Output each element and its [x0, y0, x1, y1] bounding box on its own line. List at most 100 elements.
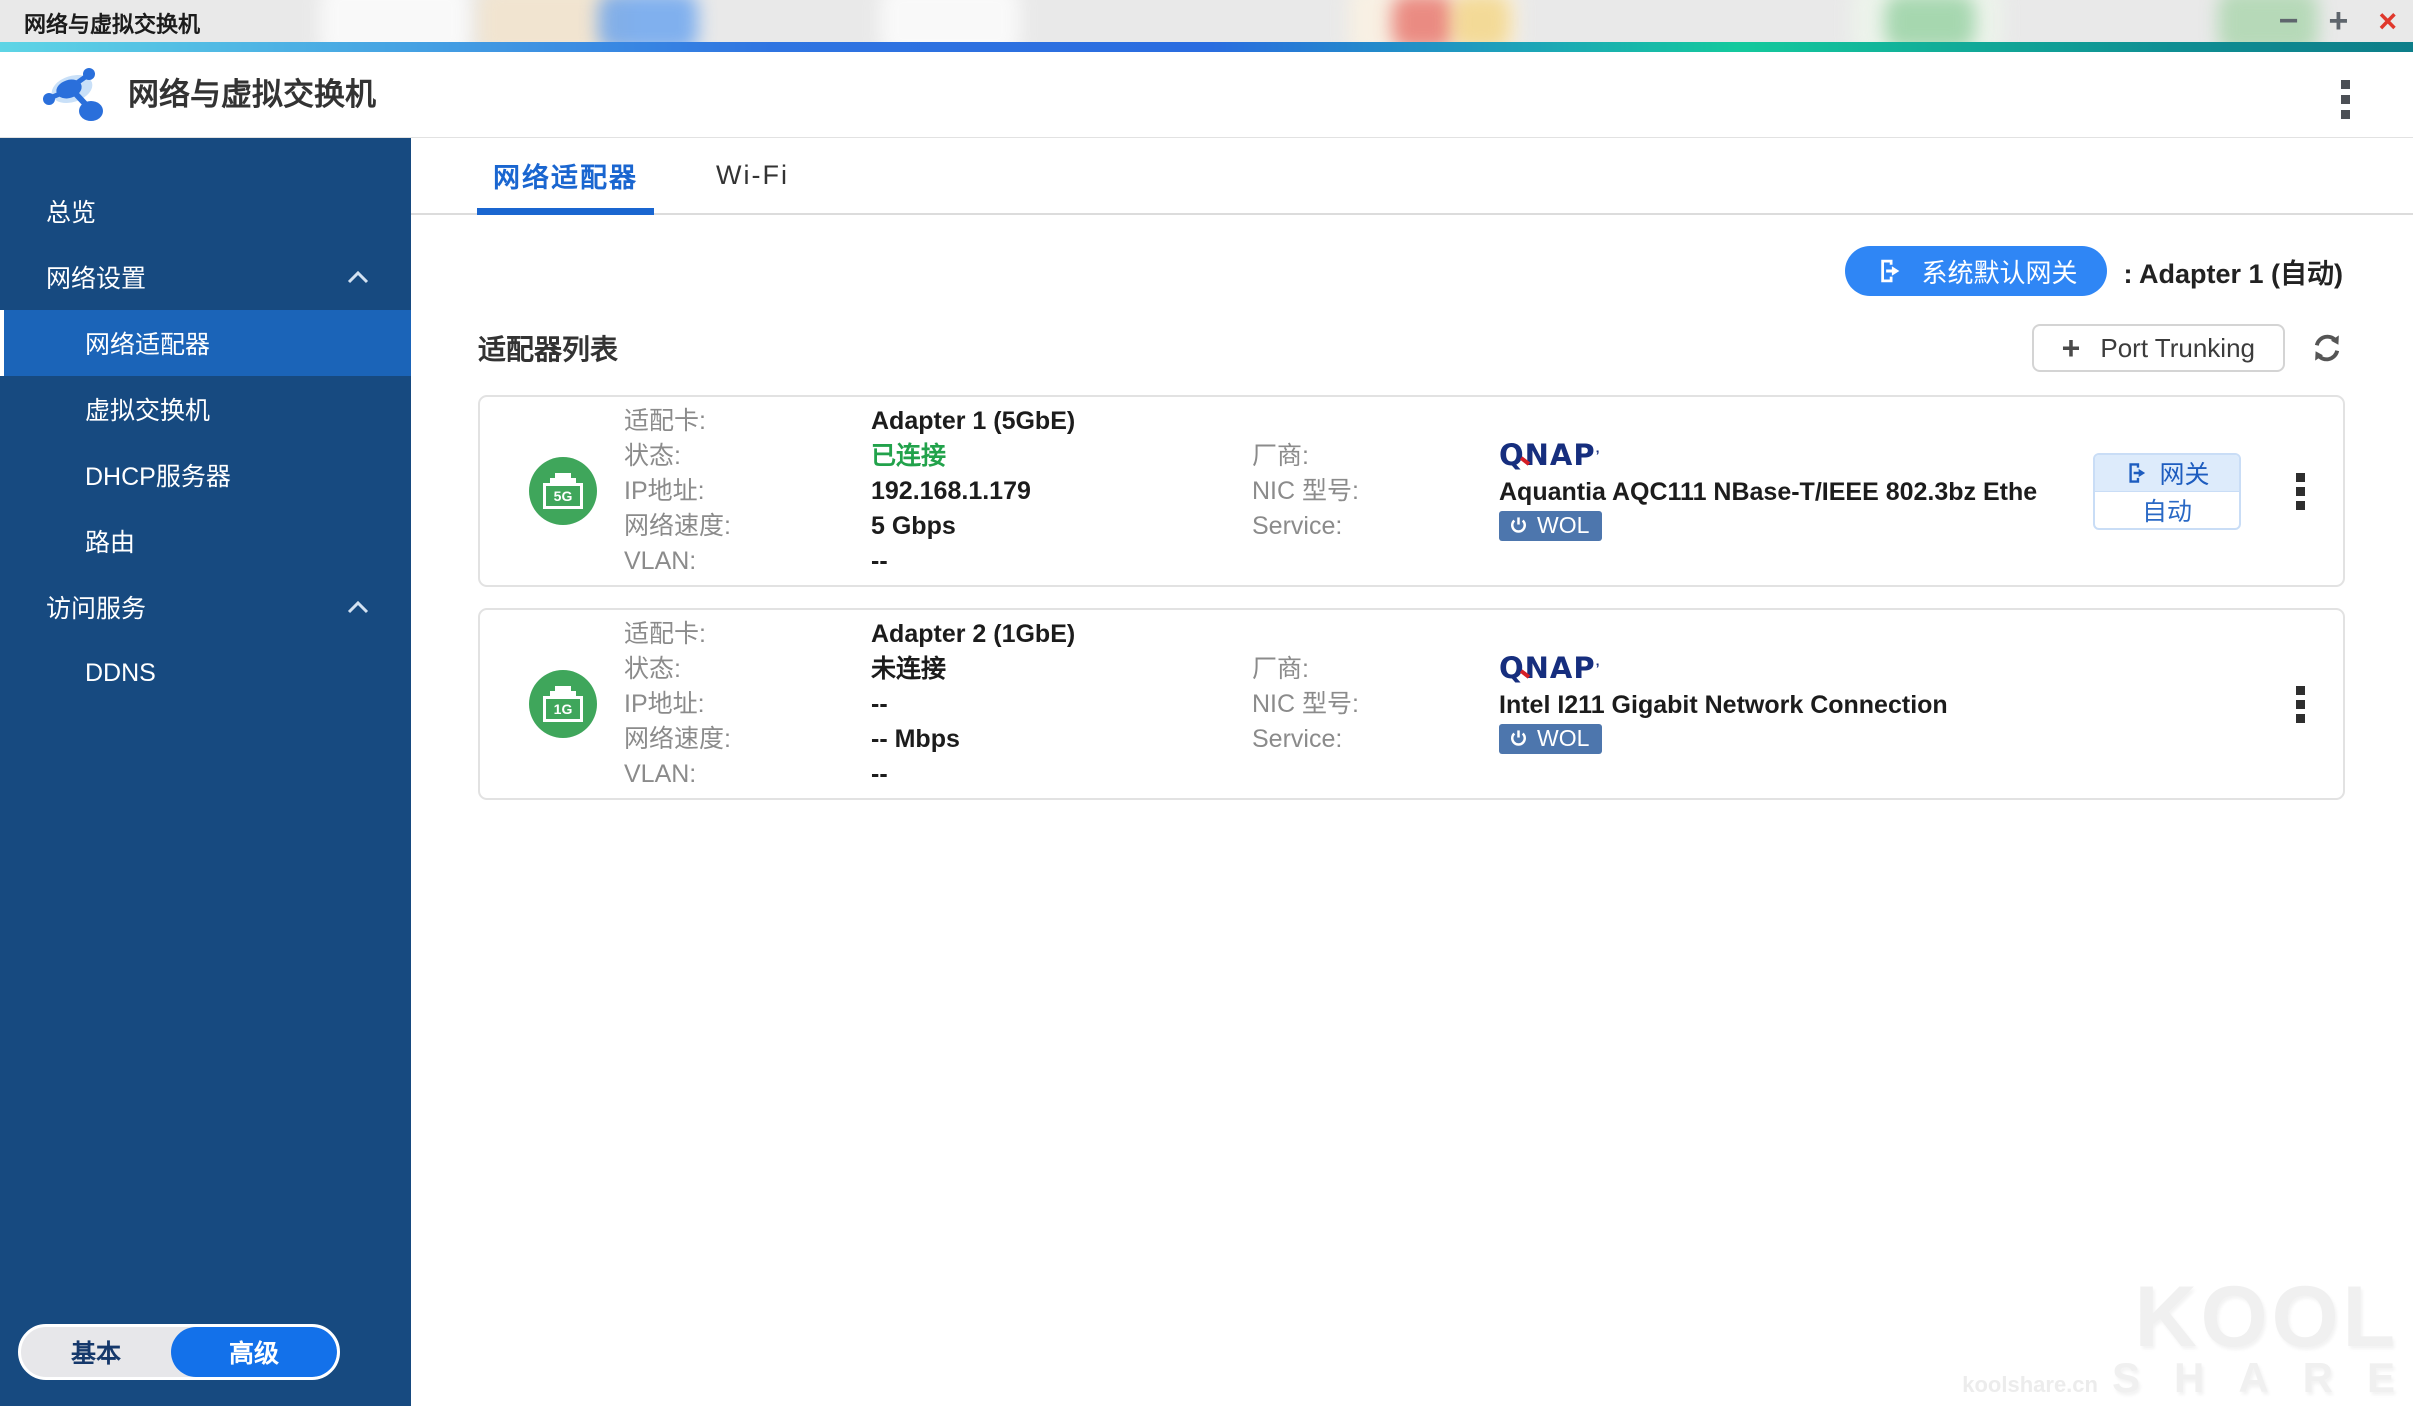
adapter-ip: -- [871, 687, 1252, 722]
adapter-2-field-labels: 适配卡: 状态: IP地址: 网络速度: VLAN: [624, 617, 871, 792]
tab-wifi[interactable]: Wi-Fi [700, 138, 805, 213]
label-adapter: 适配卡: [624, 617, 871, 652]
adapter-name: Adapter 2 (1GbE) [871, 617, 1252, 652]
gateway-mode-dropdown[interactable]: 网关 自动 [2093, 453, 2241, 530]
label-nic: NIC 型号: [1252, 687, 1499, 722]
chevron-up-icon [347, 270, 369, 284]
gateway-badge-label: 网关 [2159, 455, 2209, 491]
sidebar-item-label: DDNS [85, 659, 156, 688]
label-vendor: 厂商: [1252, 439, 1499, 474]
sidebar-item-dhcp-server[interactable]: DHCP服务器 [0, 442, 411, 508]
adapter-speed-badge: 5G [543, 483, 583, 509]
sidebar-item-label: DHCP服务器 [85, 457, 231, 493]
wol-badge: WOL [1499, 511, 1602, 541]
adapter-1-icon-wrap: 5G [480, 457, 624, 525]
refresh-button[interactable] [2309, 330, 2345, 366]
label-nic: NIC 型号: [1252, 474, 1499, 509]
koolshare-watermark: KOOL koolshare.cn SHARE [1962, 1280, 2399, 1402]
sidebar-item-overview[interactable]: 总览 [0, 178, 411, 244]
tab-network-adapters[interactable]: 网络适配器 [477, 138, 654, 213]
power-icon [1509, 516, 1528, 535]
basic-mode-button[interactable]: 基本 [21, 1327, 171, 1377]
gateway-button-label: 系统默认网关 [1921, 253, 2077, 290]
adapter-cards: 5G 适配卡: 状态: IP地址: 网络速度: VLAN: Adapter 1 … [478, 395, 2345, 800]
adapter-1-actions [2258, 467, 2343, 516]
adapter-row-kebab-menu[interactable] [2290, 467, 2311, 516]
plus-icon: + [2062, 332, 2081, 364]
label-ip: IP地址: [624, 474, 871, 509]
qnap-trademark: ’ [1596, 447, 1600, 463]
watermark-share: SHARE [2112, 1354, 2413, 1402]
adapter-vlan: -- [871, 544, 1252, 579]
gateway-door-icon [1875, 256, 1905, 286]
label-status: 状态: [624, 439, 871, 474]
adapter-status: 已连接 [871, 439, 1252, 474]
adapter-speed-badge: 1G [543, 696, 583, 722]
sidebar-item-network-settings[interactable]: 网络设置 [0, 244, 411, 310]
sidebar-item-routing[interactable]: 路由 [0, 508, 411, 574]
tab-bar: 网络适配器 Wi-Fi [411, 138, 2413, 215]
label-speed: 网络速度: [624, 509, 871, 544]
refresh-icon [2309, 330, 2345, 366]
wol-badge: WOL [1499, 724, 1602, 754]
watermark-site: koolshare.cn [1962, 1372, 2098, 1398]
label-vendor: 厂商: [1252, 652, 1499, 687]
adapter-nic-model: Aquantia AQC111 NBase-T/IEEE 802.3bz Eth… [1499, 475, 2093, 510]
qnap-vendor-logo: QNAP [1499, 438, 1596, 473]
adapter-speed: -- Mbps [871, 722, 1252, 757]
sidebar-item-ddns[interactable]: DDNS [0, 640, 411, 706]
adapter-name: Adapter 1 (5GbE) [871, 404, 1252, 439]
header-kebab-menu-button[interactable] [2335, 76, 2355, 122]
wol-label: WOL [1537, 727, 1589, 750]
sidebar-item-access-services[interactable]: 访问服务 [0, 574, 411, 640]
adapter-card-2: 1G 适配卡: 状态: IP地址: 网络速度: VLAN: Adapter 2 … [478, 608, 2345, 800]
adapter-nic-model: Intel I211 Gigabit Network Connection [1499, 688, 2093, 723]
port-trunking-label: Port Trunking [2100, 333, 2255, 364]
adapter-2-actions [2258, 680, 2343, 729]
sidebar-nav: 总览 网络设置 网络适配器 虚拟交换机 DHCP服务器 路由 访问服务 DDNS [0, 138, 411, 706]
label-speed: 网络速度: [624, 722, 871, 757]
background-app-icon [598, 0, 698, 42]
sidebar-item-label: 路由 [85, 523, 135, 559]
maximize-button[interactable]: + [2328, 0, 2348, 42]
close-button[interactable]: × [2378, 0, 2397, 42]
wol-label: WOL [1537, 514, 1589, 537]
gateway-door-icon [2124, 460, 2150, 486]
adapter-1-gateway-cell: 网关 自动 [2093, 453, 2258, 530]
adapter-2-field-values: Adapter 2 (1GbE) 未连接 -- -- Mbps -- [871, 617, 1252, 792]
basic-advanced-toggle: 基本 高级 [18, 1324, 340, 1380]
sidebar-item-network-adapter[interactable]: 网络适配器 [0, 310, 411, 376]
adapter-2-icon-wrap: 1G [480, 670, 624, 738]
label-vlan: VLAN: [624, 757, 871, 792]
sidebar-item-virtual-switch[interactable]: 虚拟交换机 [0, 376, 411, 442]
main-content: 网络适配器 Wi-Fi 系统默认网关 : Adapter 1 (自动) 适配器列… [411, 138, 2413, 1406]
adapter-speed: 5 Gbps [871, 509, 1252, 544]
label-status: 状态: [624, 652, 871, 687]
minimize-button[interactable]: − [2279, 0, 2299, 42]
label-adapter: 适配卡: [624, 404, 871, 439]
adapter-ip: 192.168.1.179 [871, 474, 1252, 509]
adapter-row-kebab-menu[interactable] [2290, 680, 2311, 729]
power-icon [1509, 729, 1528, 748]
adapter-1-right-labels: 厂商: NIC 型号: Service: [1252, 439, 1499, 544]
adapter-list-title: 适配器列表 [478, 328, 618, 368]
system-default-gateway-button[interactable]: 系统默认网关 [1845, 246, 2107, 296]
port-trunking-button[interactable]: + Port Trunking [2032, 324, 2285, 372]
watermark-kool: KOOL [1962, 1280, 2399, 1354]
adapter-list-actions: + Port Trunking [2032, 324, 2345, 372]
sidebar-item-label: 总览 [46, 193, 96, 229]
sidebar-item-label: 网络设置 [46, 259, 146, 295]
ethernet-port-icon: 1G [529, 670, 597, 738]
adapter-list-header: 适配器列表 + Port Trunking [478, 323, 2345, 373]
background-app-icon [880, 0, 1020, 42]
adapter-1-right-values: QNAP’ Aquantia AQC111 NBase-T/IEEE 802.3… [1499, 438, 2093, 545]
label-vlan: VLAN: [624, 544, 871, 579]
background-app-icon [1452, 0, 1510, 42]
gateway-mode-value: 自动 [2095, 492, 2239, 528]
window-controls: − + × [2279, 0, 2397, 42]
advanced-mode-button[interactable]: 高级 [171, 1327, 337, 1377]
chevron-up-icon [347, 600, 369, 614]
adapter-1-field-values: Adapter 1 (5GbE) 已连接 192.168.1.179 5 Gbp… [871, 404, 1252, 579]
ethernet-port-icon: 5G [529, 457, 597, 525]
qnap-trademark: ’ [1596, 660, 1600, 676]
